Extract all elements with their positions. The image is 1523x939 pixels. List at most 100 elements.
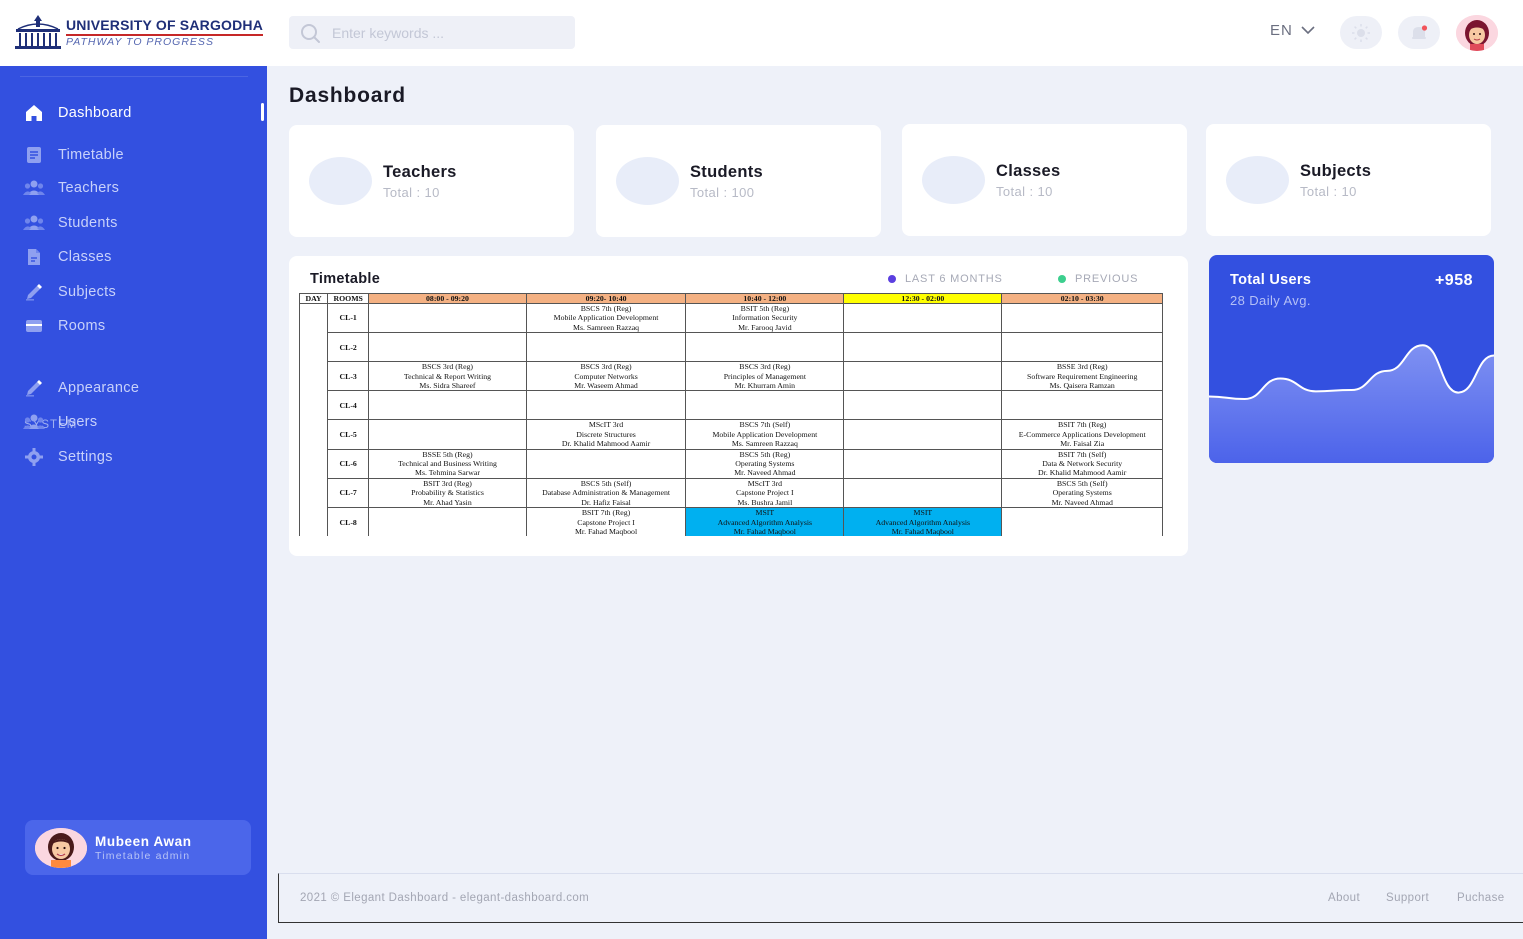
timetable-row: CL-5 MScIT 3rd Discrete Structures Dr. Khal… bbox=[300, 419, 1163, 450]
page-title: Dashboard bbox=[289, 84, 406, 107]
timetable-cell bbox=[843, 390, 1003, 421]
timetable-table: DAY ROOMS 08:00 - 09:20 09:20- 10:40 10:40 -… bbox=[299, 293, 1163, 536]
timetable-room-cell: CL-4 bbox=[327, 390, 370, 421]
sidebar-item-label: Rooms bbox=[58, 318, 106, 334]
sidebar-item-timetable[interactable]: Timetable bbox=[22, 143, 124, 167]
timetable-day-cell bbox=[299, 302, 329, 536]
timetable-cell bbox=[368, 419, 527, 450]
stat-card-subjects[interactable]: Subjects Total : 10 bbox=[1206, 124, 1491, 236]
timetable-row: CL-1 BSCS 7th (Reg) Mobile Application Dev… bbox=[299, 302, 1163, 536]
timetable-cell: BSCS 5th (Reg) Operating Systems Mr. Navee… bbox=[685, 448, 845, 479]
notifications-button[interactable] bbox=[1398, 16, 1440, 49]
avatar-illustration-icon bbox=[1456, 15, 1498, 51]
avatar bbox=[35, 827, 87, 868]
pencil-icon bbox=[22, 280, 46, 304]
timetable-cell bbox=[843, 477, 1003, 509]
users-icon bbox=[22, 211, 46, 235]
timetable-header-cell: 02:10 - 03:30 bbox=[1001, 293, 1163, 304]
sidebar-item-appearance[interactable]: Appearance bbox=[22, 376, 139, 400]
total-users-value: +958 bbox=[1434, 272, 1473, 289]
footer-link-purchase[interactable]: Puchase bbox=[1457, 892, 1505, 904]
footer-link-support[interactable]: Support bbox=[1386, 892, 1429, 904]
user-name: Mubeen Awan bbox=[95, 833, 192, 849]
total-users-subtitle: 28 Daily Avg. bbox=[1230, 293, 1311, 308]
timetable-header-cell: 12:30 - 02:00 bbox=[843, 293, 1003, 304]
timetable-cell bbox=[685, 390, 845, 421]
stat-icon-placeholder bbox=[1226, 156, 1289, 204]
timetable-cell: MScIT 3rd Discrete Structures Dr. Khalid M… bbox=[525, 419, 687, 450]
timetable-cell bbox=[525, 448, 687, 479]
timetable-cell: MScIT 3rd Capstone Project I Ms. Bushra Ja… bbox=[685, 477, 845, 509]
stat-card-students[interactable]: Students Total : 100 bbox=[596, 125, 881, 237]
total-users-title: Total Users bbox=[1230, 272, 1312, 288]
sidebar-item-label: Dashboard bbox=[58, 105, 132, 121]
legend-previous[interactable]: PREVIOUS bbox=[1058, 273, 1138, 285]
timetable-header-cell: 10:40 - 12:00 bbox=[685, 293, 845, 304]
sidebar-item-users[interactable]: Users bbox=[22, 410, 97, 434]
timetable-cell: BSIT 7th (Reg) E-Commerce Applications De… bbox=[1001, 419, 1163, 450]
file-icon bbox=[22, 245, 46, 269]
timetable-room-cell: CL-3 bbox=[327, 361, 370, 392]
users-icon bbox=[22, 176, 46, 200]
timetable-room-cell: CL-7 bbox=[327, 477, 370, 509]
sidebar-item-students[interactable]: Students bbox=[22, 211, 118, 235]
home-icon bbox=[22, 101, 46, 125]
footer-copyright: 2021 © Elegant Dashboard - elegant-dashb… bbox=[300, 892, 590, 904]
legend-label: LAST 6 MONTHS bbox=[905, 273, 1003, 285]
search-input[interactable] bbox=[332, 24, 562, 41]
university-tagline: PATHWAY TO PROGRESS bbox=[66, 35, 214, 48]
timetable-cell: BSIT 3rd (Reg) Probability & Statistics Mr… bbox=[368, 477, 527, 509]
timetable-cell: BSSE 3rd (Reg) Software Requirement Engin… bbox=[1001, 361, 1163, 392]
total-users-card[interactable]: Total Users +958 28 Daily Avg. bbox=[1209, 255, 1494, 463]
timetable-cell bbox=[685, 332, 845, 363]
timetable-cell bbox=[843, 448, 1003, 479]
timetable-cell: MSIT Advanced Algorithm Analysis Mr. Fahad… bbox=[685, 507, 845, 536]
users-wave-chart bbox=[1209, 344, 1494, 463]
sidebar-item-teachers[interactable]: Teachers bbox=[22, 176, 119, 200]
timetable-cell bbox=[843, 332, 1003, 363]
timetable-cell: BSCS 5th (Self) Operating Systems Mr. Nave… bbox=[1001, 477, 1163, 509]
sidebar-item-rooms[interactable]: Rooms bbox=[22, 314, 105, 338]
timetable-cell bbox=[368, 507, 527, 536]
search-box bbox=[289, 16, 575, 49]
sun-icon bbox=[1352, 23, 1370, 42]
sidebar-item-dashboard[interactable]: Dashboard bbox=[22, 101, 132, 125]
timetable-room-cell: CL-8 bbox=[327, 507, 370, 536]
gear-icon bbox=[22, 445, 46, 469]
timetable-header-cell: ROOMS bbox=[327, 293, 370, 304]
legend-last-6-months[interactable]: LAST 6 MONTHS bbox=[888, 273, 1003, 285]
user-avatar[interactable] bbox=[1456, 15, 1498, 51]
timetable-cell bbox=[368, 332, 527, 363]
stat-card-classes[interactable]: Classes Total : 10 bbox=[902, 124, 1187, 236]
chevron-down-icon bbox=[1301, 26, 1315, 35]
timetable-cell: BSSE 5th (Reg) Technical and Business Wri… bbox=[368, 448, 527, 479]
timetable-room-cell: CL-6 bbox=[327, 448, 370, 479]
sidebar-item-label: Appearance bbox=[58, 380, 140, 396]
footer: 2021 © Elegant Dashboard - elegant-dashb… bbox=[278, 873, 1523, 923]
university-logo[interactable]: UNIVERSITY OF SARGODHA PATHWAY TO PROGRE… bbox=[12, 13, 264, 51]
top-bar: EN bbox=[267, 0, 1523, 66]
sidebar-item-classes[interactable]: Classes bbox=[22, 245, 112, 269]
timetable-cell bbox=[525, 390, 687, 421]
stat-icon-placeholder bbox=[922, 156, 985, 204]
sidebar-item-subjects[interactable]: Subjects bbox=[22, 280, 116, 304]
timetable-header-cell: 09:20- 10:40 bbox=[525, 293, 687, 304]
search-icon[interactable] bbox=[299, 22, 321, 44]
timetable-row: CL-4 bbox=[300, 390, 1163, 421]
timetable-room-cell: CL-1 bbox=[327, 302, 370, 334]
language-selector[interactable]: EN bbox=[1270, 22, 1315, 39]
sidebar-item-label: Users bbox=[58, 414, 98, 430]
sidebar-item-settings[interactable]: Settings bbox=[22, 445, 113, 469]
footer-link-about[interactable]: About bbox=[1328, 892, 1360, 904]
theme-toggle-button[interactable] bbox=[1340, 16, 1382, 49]
timetable-cell bbox=[525, 332, 687, 363]
timetable-cell: MSIT Advanced Algorithm Analysis Mr. Fahad… bbox=[843, 507, 1003, 536]
timetable-title: Timetable bbox=[310, 271, 381, 287]
bell-icon bbox=[1412, 24, 1428, 39]
stat-card-teachers[interactable]: Teachers Total : 10 bbox=[289, 125, 574, 237]
sidebar-user-card[interactable]: Mubeen Awan Timetable admin bbox=[25, 820, 251, 875]
timetable-image: DAY ROOMS 08:00 - 09:20 09:20- 10:40 10:40 -… bbox=[299, 293, 1163, 536]
timetable-cell bbox=[368, 390, 527, 421]
sidebar-item-label: Classes bbox=[58, 249, 112, 265]
timetable-row: CL-6 BSSE 5th (Reg) Technical and Business… bbox=[300, 448, 1163, 479]
